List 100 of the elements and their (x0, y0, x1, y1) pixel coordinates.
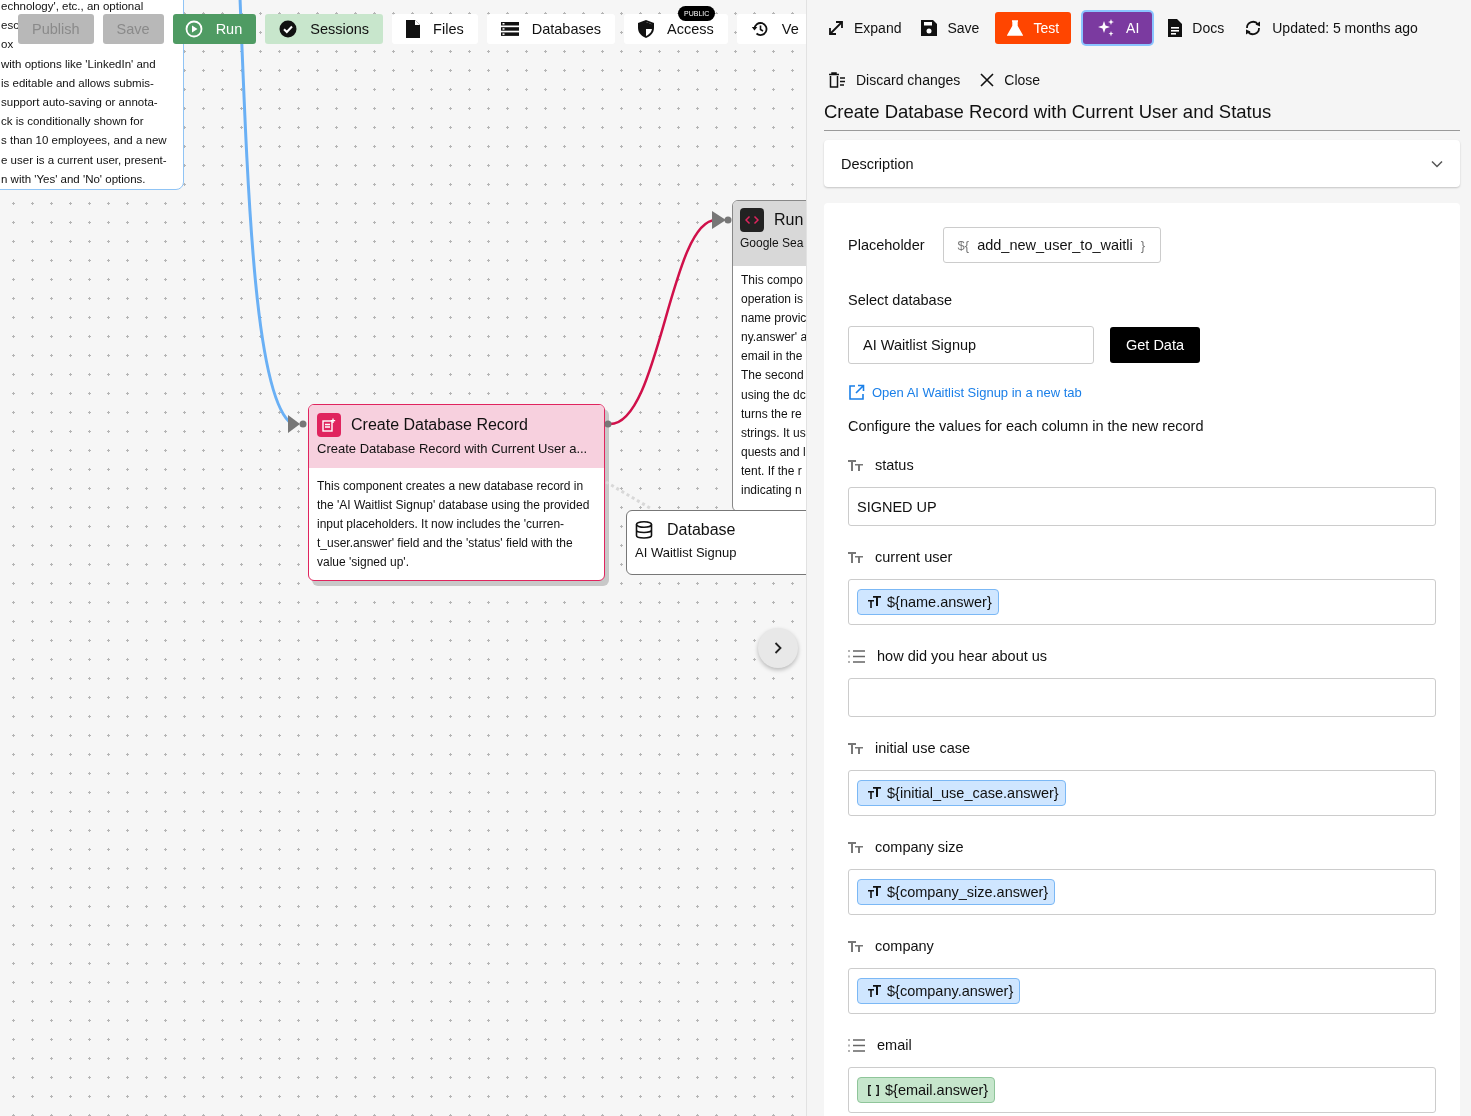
description-line: value 'signed up'. (317, 554, 409, 572)
description-line: turns the re (741, 405, 802, 423)
description-line: indicating n (741, 482, 802, 500)
description-line: ox (1, 37, 14, 53)
column-label: initial use case (875, 740, 971, 756)
flask-icon (1007, 20, 1024, 36)
list-type-icon (848, 648, 865, 664)
description-line: t_user.answer' field and the 'status' field with the (317, 535, 573, 553)
text-type-icon (848, 551, 863, 563)
description-line: esc (1, 18, 19, 34)
description-line: strings. It us (741, 424, 806, 442)
port-handle[interactable] (724, 216, 732, 224)
sessions-button[interactable]: Sessions (265, 14, 384, 44)
description-line: operation is (741, 291, 804, 309)
port-handle[interactable] (604, 420, 612, 428)
docs-button[interactable]: Docs (1164, 12, 1229, 44)
connector (605, 480, 651, 510)
column-label: company (875, 938, 934, 954)
shield-icon (638, 20, 655, 38)
play-icon (184, 20, 203, 38)
value-field[interactable]: ${company.answer} (848, 968, 1436, 1014)
description-line: tent. If the r (741, 462, 802, 480)
field-label: Select database (848, 292, 953, 308)
value-field[interactable]: SIGNED UP (848, 487, 1436, 526)
open-link[interactable]: Open AI Waitlist Signup in a new tab (848, 384, 1082, 401)
description-line: This component creates a new database record in (317, 478, 584, 495)
description-line: email in the (741, 348, 803, 366)
description-line: echnology', etc., an optional (1, 0, 144, 14)
text-type-icon (848, 742, 863, 754)
description-line: The second (741, 367, 804, 385)
panel-title: Create Database Record with Current User and Status (824, 101, 1460, 131)
text-type-icon (848, 841, 863, 853)
description-line: name provic (741, 310, 806, 328)
node-card[interactable]: Database AI Waitlist Signup (626, 510, 806, 575)
description-line: support auto-saving or annota- (1, 95, 158, 110)
variable-chip[interactable]: ${company.answer} (857, 978, 1021, 1004)
placeholder-field[interactable]: ${ add_new_user_to_waitli } (942, 227, 1161, 263)
column-label: company size (875, 839, 964, 855)
close-button[interactable]: Close (976, 64, 1045, 96)
versions-button[interactable]: Ve (736, 14, 806, 44)
description-line: s than 10 employees, and a new (1, 133, 167, 149)
list-icon (500, 22, 519, 36)
column-label: how did you hear about us (877, 648, 1048, 664)
close-icon (980, 73, 995, 87)
external-link-icon (848, 384, 865, 401)
files-button[interactable]: Files (392, 14, 478, 44)
description-line: input placeholders. It now includes the 'curren- (317, 516, 565, 534)
variable-chip[interactable]: ${email.answer} (857, 1077, 996, 1103)
ai-button[interactable]: AI (1083, 12, 1153, 44)
get-data-button[interactable]: Get Data (1110, 327, 1201, 363)
databases-button[interactable]: Databases (486, 14, 616, 44)
value-field[interactable]: ${company_size.answer} (848, 869, 1436, 915)
save-icon (921, 20, 938, 36)
variable-chip[interactable]: ${company_size.answer} (857, 879, 1056, 905)
collapse-button[interactable] (758, 628, 798, 668)
variable-chip[interactable]: ${name.answer} (857, 589, 999, 615)
database-icon (635, 521, 653, 539)
value-field[interactable]: ${initial_use_case.answer} (848, 770, 1436, 816)
add-record-icon (317, 413, 341, 437)
updated-text: Updated: 5 months ago (1272, 20, 1418, 36)
node-subtitle: Google Sea (740, 236, 805, 250)
text-type-icon (868, 886, 881, 898)
expand-icon (828, 20, 844, 36)
node-title: Database (667, 521, 736, 539)
description-accordion[interactable]: Description (824, 140, 1460, 187)
value-field[interactable]: ${name.answer} (848, 579, 1436, 625)
refresh-icon (1244, 20, 1263, 36)
text-type-icon (868, 596, 881, 608)
port-handle[interactable] (299, 420, 307, 428)
description-line: e user is a current user, present- (1, 152, 167, 168)
description-line: ck is conditionally shown for (1, 114, 144, 130)
save-button[interactable]: Save (917, 12, 984, 44)
value-field[interactable] (848, 678, 1436, 717)
array-icon (868, 1084, 879, 1096)
description-line: quests and l (741, 443, 806, 461)
variable-chip[interactable]: ${initial_use_case.answer} (857, 780, 1066, 806)
history-icon (750, 20, 769, 38)
code-icon (740, 208, 764, 232)
value-field[interactable]: ${email.answer} (848, 1067, 1436, 1113)
check-circle-icon (279, 20, 298, 38)
node-title: Create Database Record (351, 416, 528, 434)
expand-button[interactable]: Expand (824, 12, 906, 44)
instruction-text: Configure the values for each column in the new record (848, 418, 1205, 434)
description-line: This compo (741, 272, 804, 289)
column-label: current user (875, 549, 953, 565)
discard-button[interactable]: Discard changes (824, 64, 965, 96)
description-line: the 'AI Waitlist Signup' database using the provided (317, 497, 590, 515)
text-type-icon (868, 787, 881, 799)
list-type-icon (848, 1037, 865, 1053)
text-type-icon (848, 459, 863, 471)
node-subtitle: AI Waitlist Signup (635, 545, 738, 560)
node-subtitle: Create Database Record with Current User a... (317, 441, 589, 456)
text-type-icon (868, 985, 881, 997)
column-label: status (875, 457, 914, 473)
field-label: Placeholder (848, 237, 925, 253)
text-type-icon (848, 940, 863, 952)
trash-list-icon (828, 72, 846, 88)
database-field[interactable]: AI Waitlist Signup (848, 326, 1094, 364)
description-line: n with 'Yes' and 'No' options. (1, 171, 146, 187)
file-icon (406, 20, 421, 38)
